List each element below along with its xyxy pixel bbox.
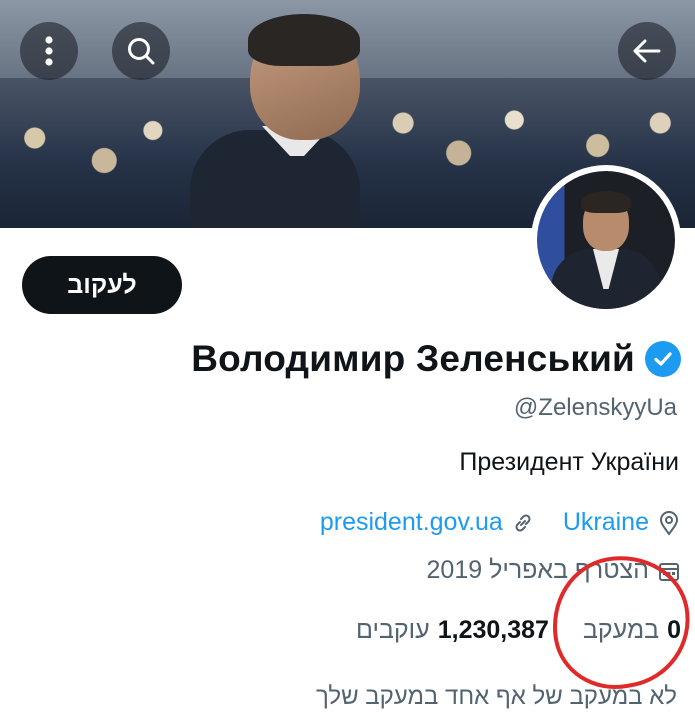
profile-meta-row: president.gov.ua Ukraine	[320, 508, 681, 537]
profile-bio: Президент України	[459, 448, 679, 476]
link-icon	[515, 513, 531, 532]
profile-name-row: Володимир Зеленський	[191, 338, 681, 380]
location-link[interactable]: Ukraine	[563, 508, 649, 537]
more-vertical-icon	[45, 36, 53, 66]
profile-avatar[interactable]	[531, 165, 681, 315]
back-button[interactable]	[618, 22, 676, 80]
follow-button[interactable]: לעקוב	[22, 256, 182, 314]
display-name: Володимир Зеленський	[191, 338, 635, 379]
profile-handle: @ZelenskyyUa	[513, 394, 677, 421]
search-button[interactable]	[112, 22, 170, 80]
website-link[interactable]: president.gov.ua	[320, 508, 503, 537]
more-options-button[interactable]	[20, 22, 78, 80]
followers-stat[interactable]: 1,230,387 עוקבים	[356, 616, 549, 645]
followers-count: 1,230,387	[437, 616, 549, 644]
followers-label: עוקבים	[356, 616, 430, 644]
banner-person-suit	[190, 130, 360, 228]
location-pin-icon	[659, 510, 679, 536]
mutual-followers-note: לא במעקב של אף אחד במעקב שלך	[316, 683, 677, 710]
search-icon	[128, 38, 155, 65]
avatar-image	[537, 171, 675, 309]
verified-badge-icon[interactable]	[645, 341, 681, 377]
banner-person-hair	[248, 14, 360, 66]
arrow-left-icon	[633, 39, 661, 63]
